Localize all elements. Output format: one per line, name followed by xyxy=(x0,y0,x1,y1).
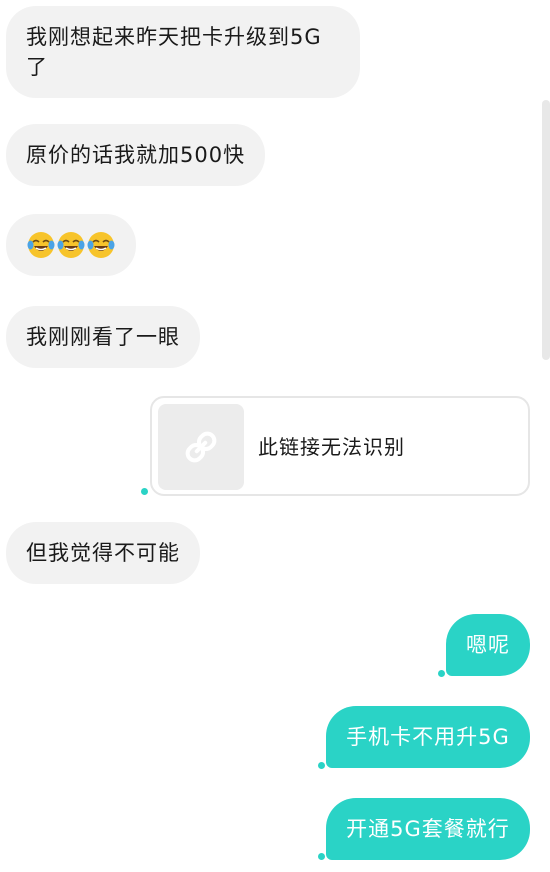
message-text: 手机卡不用升5G xyxy=(346,725,510,749)
incoming-message[interactable]: 但我觉得不可能 xyxy=(6,522,200,584)
face-with-tears-of-joy-icon xyxy=(27,232,55,258)
message-text: 开通5G套餐就行 xyxy=(346,817,510,841)
status-dot xyxy=(438,670,445,677)
incoming-message[interactable]: 我刚刚看了一眼 xyxy=(6,306,200,368)
outgoing-message[interactable]: 手机卡不用升5G xyxy=(326,706,530,768)
emoji-row xyxy=(26,230,116,260)
incoming-message[interactable]: 原价的话我就加500快 xyxy=(6,124,266,186)
link-card[interactable]: 此链接无法识别 xyxy=(150,396,530,496)
link-card-text: 此链接无法识别 xyxy=(258,435,405,459)
outgoing-message[interactable]: 嗯呢 xyxy=(446,614,530,676)
link-icon xyxy=(185,431,217,463)
message-text: 但我觉得不可能 xyxy=(26,541,180,565)
message-text: 原价的话我就加500快 xyxy=(26,143,246,167)
status-dot xyxy=(318,853,325,860)
outgoing-message[interactable]: 开通5G套餐就行 xyxy=(326,798,530,860)
incoming-message[interactable] xyxy=(6,214,136,276)
message-text: 我刚刚看了一眼 xyxy=(26,325,180,349)
face-with-tears-of-joy-icon xyxy=(57,232,85,258)
message-text: 嗯呢 xyxy=(466,633,510,657)
link-thumbnail xyxy=(158,404,244,490)
incoming-message[interactable]: 我刚想起来昨天把卡升级到5G了 xyxy=(6,6,360,98)
face-with-tears-of-joy-icon xyxy=(87,232,115,258)
scrollbar[interactable] xyxy=(542,100,550,360)
status-dot xyxy=(318,762,325,769)
message-text: 我刚想起来昨天把卡升级到5G了 xyxy=(26,25,322,79)
status-dot xyxy=(141,488,148,495)
